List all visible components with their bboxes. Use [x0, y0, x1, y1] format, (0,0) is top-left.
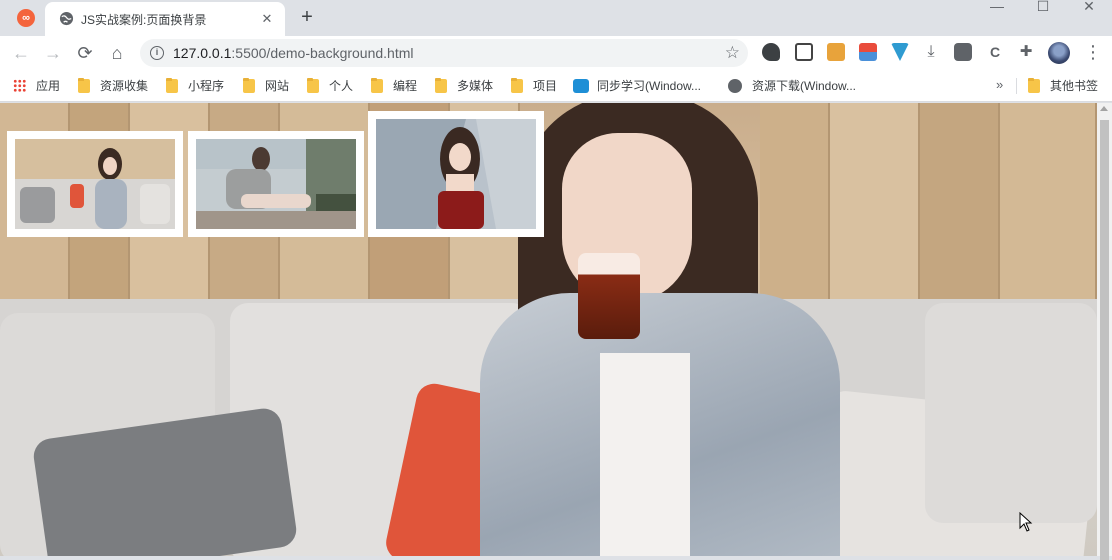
- folder-icon: [371, 78, 383, 93]
- scrollbar-thumb[interactable]: [1100, 120, 1109, 560]
- reload-button[interactable]: ⟳: [73, 41, 97, 65]
- tab-active[interactable]: JS实战案例:页面换背景 ✕: [45, 2, 285, 36]
- bookmark-label: 其他书签: [1050, 79, 1099, 93]
- minimize-button[interactable]: —: [974, 0, 1020, 30]
- folder-icon: [307, 78, 319, 93]
- page-background: [0, 103, 1097, 556]
- home-button[interactable]: ⌂: [105, 41, 129, 65]
- bookmark-label: 同步学习(Window...: [597, 79, 702, 93]
- close-window-button[interactable]: ✕: [1066, 0, 1112, 30]
- thumbnail-image: [15, 139, 175, 229]
- toolbar: ← → ⟳ ⌂ i 127.0.0.1:5500/demo-background…: [0, 36, 1112, 70]
- back-button[interactable]: ←: [9, 41, 33, 65]
- thumbnail-image: [196, 139, 356, 229]
- bookmark-folder[interactable]: 编程: [371, 78, 417, 94]
- tab-title: JS实战案例:页面换背景: [81, 13, 207, 27]
- info-icon[interactable]: i: [150, 46, 164, 60]
- more-bookmarks-icon[interactable]: »: [996, 77, 1003, 92]
- scroll-up-icon[interactable]: [1100, 106, 1108, 111]
- thumbnail-2[interactable]: [188, 131, 364, 237]
- bookmark-other[interactable]: 其他书签: [1028, 78, 1098, 94]
- divider: [1016, 78, 1017, 94]
- bookmark-label: 项目: [533, 79, 558, 93]
- bookmark-sync[interactable]: 同步学习(Window...: [573, 78, 701, 94]
- folder-icon: [1028, 78, 1040, 93]
- profile-badge-icon[interactable]: ∞: [17, 9, 35, 27]
- folder-icon: [243, 78, 255, 93]
- extension-5-icon[interactable]: [891, 43, 909, 61]
- bookmark-folder[interactable]: 多媒体: [435, 78, 493, 94]
- bookmark-label: 编程: [393, 79, 418, 93]
- tab-strip: ∞ JS实战案例:页面换背景 ✕ + — ☐ ✕: [0, 0, 1112, 36]
- avatar[interactable]: [1048, 42, 1070, 64]
- close-icon[interactable]: ✕: [259, 11, 275, 27]
- bookmark-star-icon[interactable]: ☆: [725, 43, 740, 63]
- bookmark-label: 资源收集: [100, 79, 149, 93]
- woman-top: [600, 353, 690, 556]
- extensions-puzzle-icon[interactable]: ✚: [1017, 43, 1035, 61]
- folder-icon: [435, 78, 447, 93]
- new-tab-button[interactable]: +: [297, 7, 317, 27]
- bookmark-folder[interactable]: 小程序: [166, 78, 224, 94]
- thumbnail-image: [376, 119, 536, 229]
- extension-7-icon[interactable]: C: [986, 43, 1004, 61]
- folder-icon: [166, 78, 178, 93]
- extension-2-icon[interactable]: [795, 43, 813, 61]
- download-icon[interactable]: ⤓: [922, 43, 940, 61]
- extension-4-icon[interactable]: [859, 43, 877, 61]
- mouse-cursor-icon: [1019, 512, 1033, 532]
- bookmark-download[interactable]: 资源下载(Window...: [728, 78, 856, 94]
- folder-icon: [511, 78, 523, 93]
- bookmark-label: 小程序: [188, 79, 225, 93]
- thumbnail-1[interactable]: [7, 131, 183, 237]
- bookmarks-bar: 应用 资源收集 小程序 网站 个人 编程 多媒体 项目 同步学习(Window.…: [0, 70, 1112, 102]
- apps-icon: [13, 79, 26, 92]
- folder-icon: [78, 78, 90, 93]
- sofa-cushion: [925, 303, 1097, 523]
- thumbnail-3[interactable]: [368, 111, 544, 237]
- url-path: :5500/demo-background.html: [231, 45, 414, 61]
- scrollbar[interactable]: [1097, 103, 1112, 560]
- globe-icon: [59, 11, 74, 26]
- extension-3-icon[interactable]: [827, 43, 845, 61]
- bookmark-folder[interactable]: 网站: [243, 78, 289, 94]
- bookmark-label: 资源下载(Window...: [752, 79, 857, 93]
- globe-icon: [728, 79, 742, 93]
- bookmark-folder[interactable]: 个人: [307, 78, 353, 94]
- maximize-button[interactable]: ☐: [1020, 0, 1066, 30]
- wall-plank: [830, 103, 920, 303]
- extension-6-icon[interactable]: [954, 43, 972, 61]
- wall-plank: [920, 103, 1000, 303]
- drink-glass: [578, 253, 640, 339]
- bookmark-apps[interactable]: 应用: [13, 78, 60, 94]
- menu-icon[interactable]: ⋮: [1084, 42, 1102, 62]
- wall-plank: [760, 103, 830, 303]
- bookmark-folder[interactable]: 项目: [511, 78, 557, 94]
- bookmark-label: 个人: [329, 79, 354, 93]
- bookmark-label: 多媒体: [457, 79, 494, 93]
- url-host: 127.0.0.1: [173, 45, 232, 61]
- url-text[interactable]: 127.0.0.1:5500/demo-background.html: [173, 45, 414, 61]
- extension-1-icon[interactable]: [762, 43, 780, 61]
- bookmark-label: 应用: [36, 79, 61, 93]
- wall-plank: [1000, 103, 1097, 303]
- forward-button[interactable]: →: [41, 41, 65, 65]
- cloud-icon: [573, 79, 589, 93]
- bookmark-label: 网站: [265, 79, 290, 93]
- bookmark-folder[interactable]: 资源收集: [78, 78, 148, 94]
- address-bar[interactable]: i 127.0.0.1:5500/demo-background.html ☆: [140, 39, 748, 67]
